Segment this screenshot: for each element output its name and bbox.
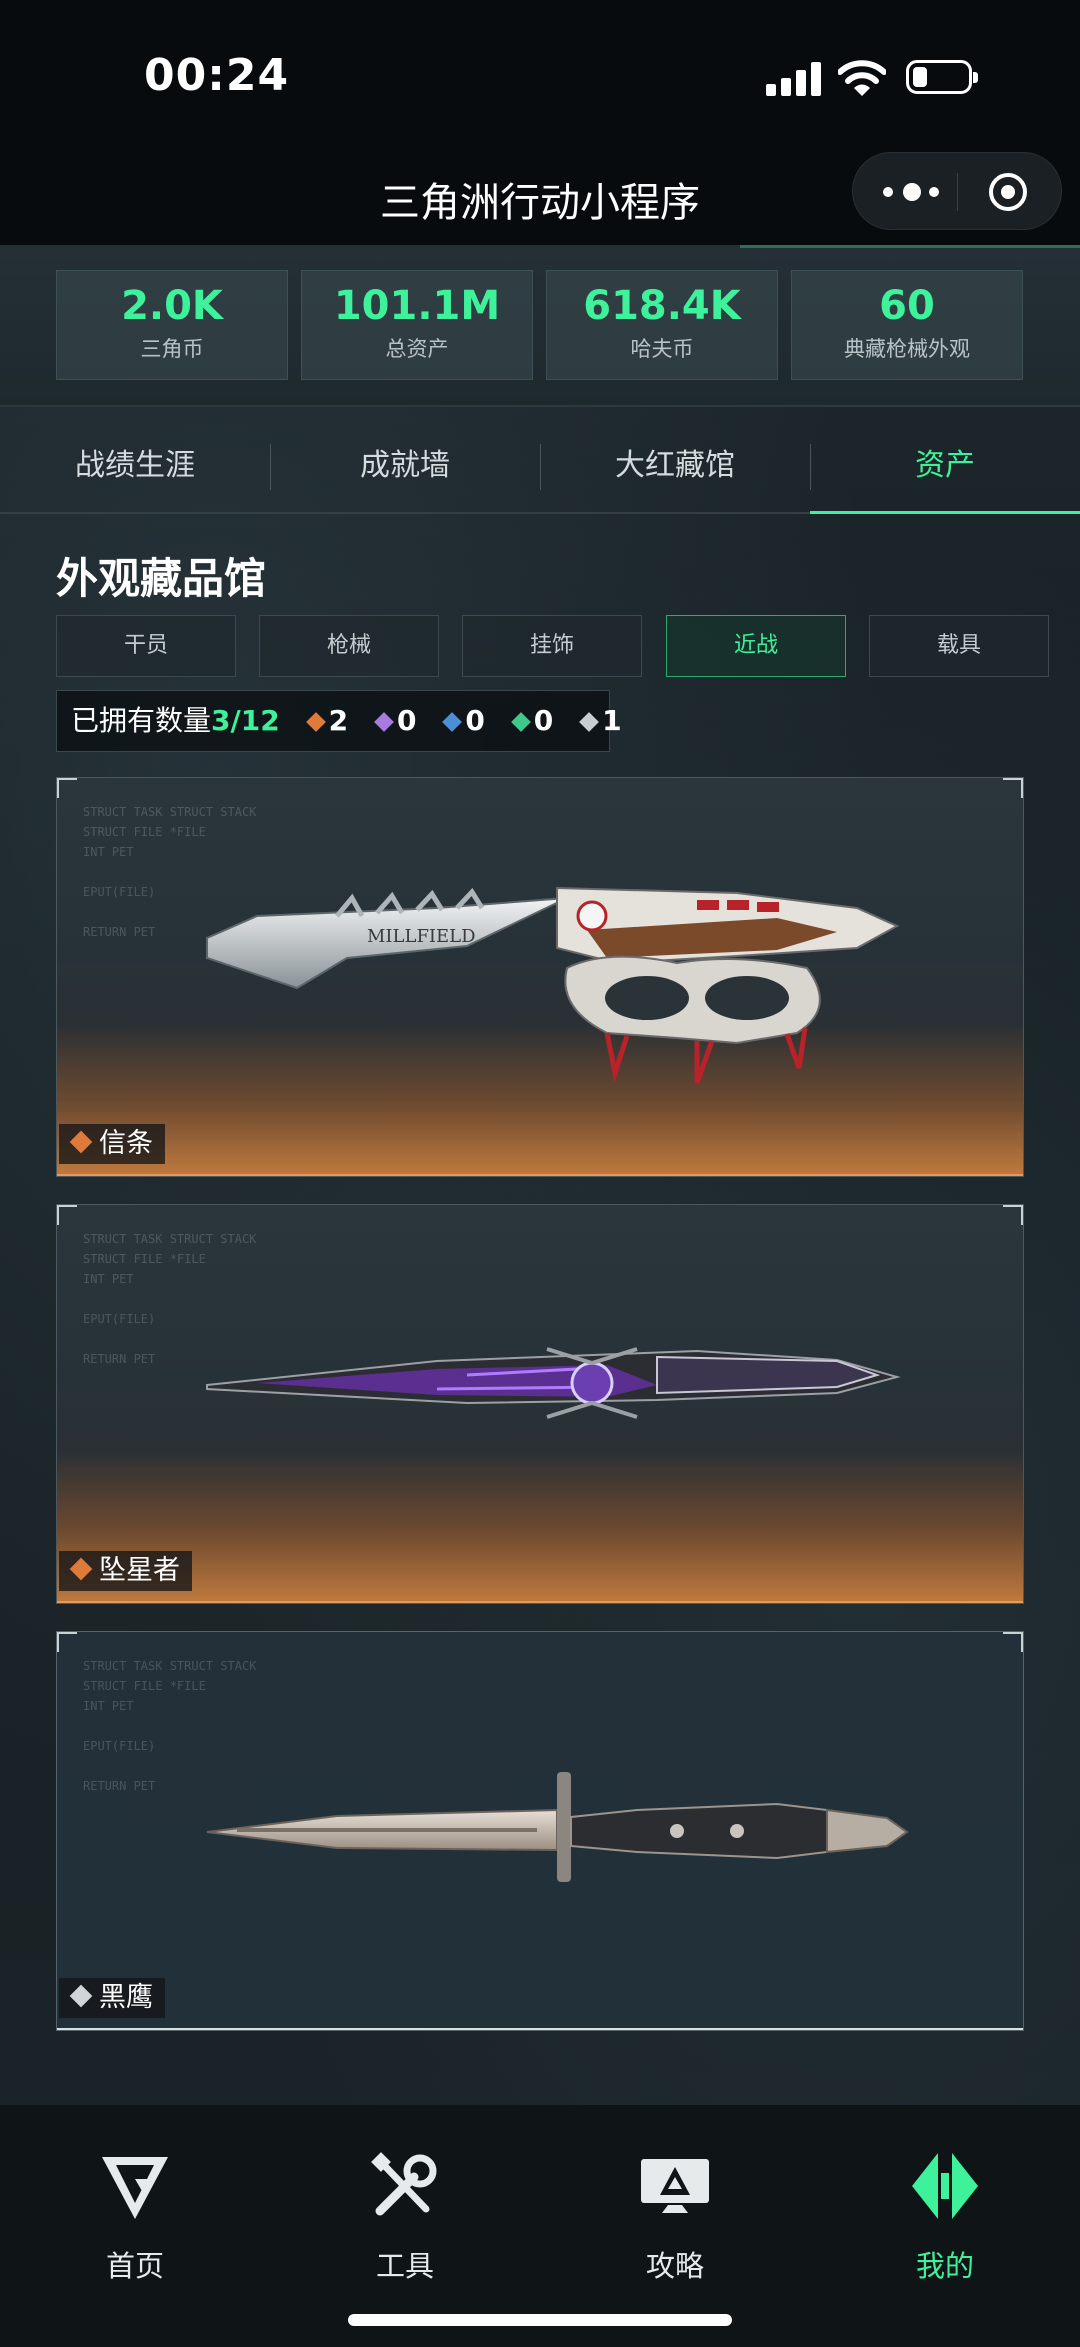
stat-label: 总资产	[385, 337, 449, 361]
mini-program-capsule	[852, 152, 1062, 230]
knuckle-knife-image: MILLFIELD	[206, 886, 900, 1084]
nav-label: 工具	[375, 2249, 434, 2283]
stat-total-assets: 101.1M 总资产	[301, 270, 533, 380]
item-name-tag: 坠星者	[59, 1551, 192, 1591]
stat-label: 三角币	[140, 337, 204, 361]
green-rarity-icon	[510, 712, 531, 732]
stat-label: 典藏枪械外观	[844, 337, 970, 361]
blue-count: 0	[465, 704, 485, 737]
tab-achievements[interactable]: 成就墙	[270, 420, 540, 512]
delta-logo-icon	[102, 2157, 168, 2219]
battery-icon	[906, 60, 978, 94]
category-vehicles[interactable]: 载具	[869, 615, 1049, 677]
nav-label: 我的	[915, 2249, 974, 2283]
black-eagle-bayonet-image	[206, 1772, 909, 1882]
orange-rarity-icon	[69, 1557, 93, 1581]
item-name-tag: 信条	[59, 1124, 165, 1164]
profile-diamond-icon	[912, 2153, 978, 2219]
star-fall-blade-image	[206, 1347, 901, 1419]
stat-value: 2.0K	[121, 283, 223, 329]
nav-label: 攻略	[645, 2249, 704, 2283]
stat-value: 60	[879, 283, 935, 329]
wifi-icon	[838, 60, 886, 96]
category-charms[interactable]: 挂饰	[462, 615, 642, 677]
profile-tabs: 战绩生涯 成就墙 大红藏馆 资产	[0, 420, 1080, 514]
cellular-signal-icon	[766, 60, 822, 96]
item-name-tag: 黑鹰	[59, 1978, 165, 2018]
melee-skin-card[interactable]: STRUCT TASK STRUCT STACK STRUCT FILE *FI…	[56, 1631, 1024, 2031]
orange-rarity-icon	[305, 712, 326, 732]
orange-count: 2	[328, 704, 349, 737]
svg-text:MILLFIELD: MILLFIELD	[367, 926, 476, 947]
item-name: 黑鹰	[99, 1982, 153, 2013]
nav-guides[interactable]: 攻略	[575, 2149, 775, 2285]
white-count: 1	[602, 704, 622, 737]
green-count: 0	[533, 704, 554, 737]
category-firearms[interactable]: 枪械	[259, 615, 439, 677]
white-rarity-icon	[69, 1984, 93, 2008]
orange-rarity-icon	[69, 1130, 93, 1154]
more-options-icon[interactable]	[883, 179, 943, 205]
melee-skin-card[interactable]: STRUCT TASK STRUCT STACK STRUCT FILE *FI…	[56, 777, 1024, 1177]
stat-delta-coin: 2.0K 三角币	[56, 270, 288, 380]
stat-label: 哈夫币	[630, 337, 694, 361]
stat-haf-coin: 618.4K 哈夫币	[546, 270, 778, 380]
white-rarity-icon	[579, 712, 600, 732]
nav-profile[interactable]: 我的	[845, 2149, 1045, 2285]
owned-count: 3/12	[211, 704, 280, 737]
item-name: 信条	[99, 1128, 153, 1159]
close-mini-program-icon[interactable]	[989, 173, 1027, 211]
monitor-guide-icon	[641, 2159, 709, 2213]
tab-career[interactable]: 战绩生涯	[0, 420, 270, 512]
item-name: 坠星者	[99, 1555, 180, 1586]
blue-rarity-icon	[442, 712, 463, 732]
bottom-navigation: 首页 工具 攻略 我的	[0, 2105, 1080, 2347]
mini-program-title-bar: 三角洲行动小程序	[0, 140, 1080, 245]
category-melee[interactable]: 近战	[666, 615, 846, 677]
stat-value: 101.1M	[333, 283, 501, 329]
owned-count-bar: 已拥有数量3/12 2 0 0 0 1	[56, 690, 622, 752]
asset-stats-band: 2.0K 三角币 101.1M 总资产 618.4K 哈夫币 60 典藏枪械外观	[0, 245, 1080, 407]
category-operators[interactable]: 干员	[56, 615, 236, 677]
nav-label: 首页	[105, 2249, 164, 2283]
status-time: 00:24	[144, 50, 290, 101]
purple-count: 0	[397, 704, 417, 737]
home-indicator[interactable]	[348, 2314, 732, 2326]
tab-red-collection[interactable]: 大红藏馆	[540, 420, 810, 512]
tab-assets[interactable]: 资产	[810, 420, 1080, 514]
owned-label: 已拥有数量	[71, 704, 212, 737]
melee-skin-card[interactable]: STRUCT TASK STRUCT STACK STRUCT FILE *FI…	[56, 1204, 1024, 1604]
status-bar: 00:24	[0, 0, 1080, 140]
purple-rarity-icon	[374, 712, 394, 732]
nav-home[interactable]: 首页	[35, 2149, 235, 2285]
section-title: 外观藏品馆	[56, 554, 267, 603]
stat-collector-skins: 60 典藏枪械外观	[791, 270, 1023, 380]
wrench-screwdriver-icon	[371, 2152, 437, 2216]
stat-value: 618.4K	[583, 283, 741, 329]
nav-tools[interactable]: 工具	[305, 2149, 505, 2285]
